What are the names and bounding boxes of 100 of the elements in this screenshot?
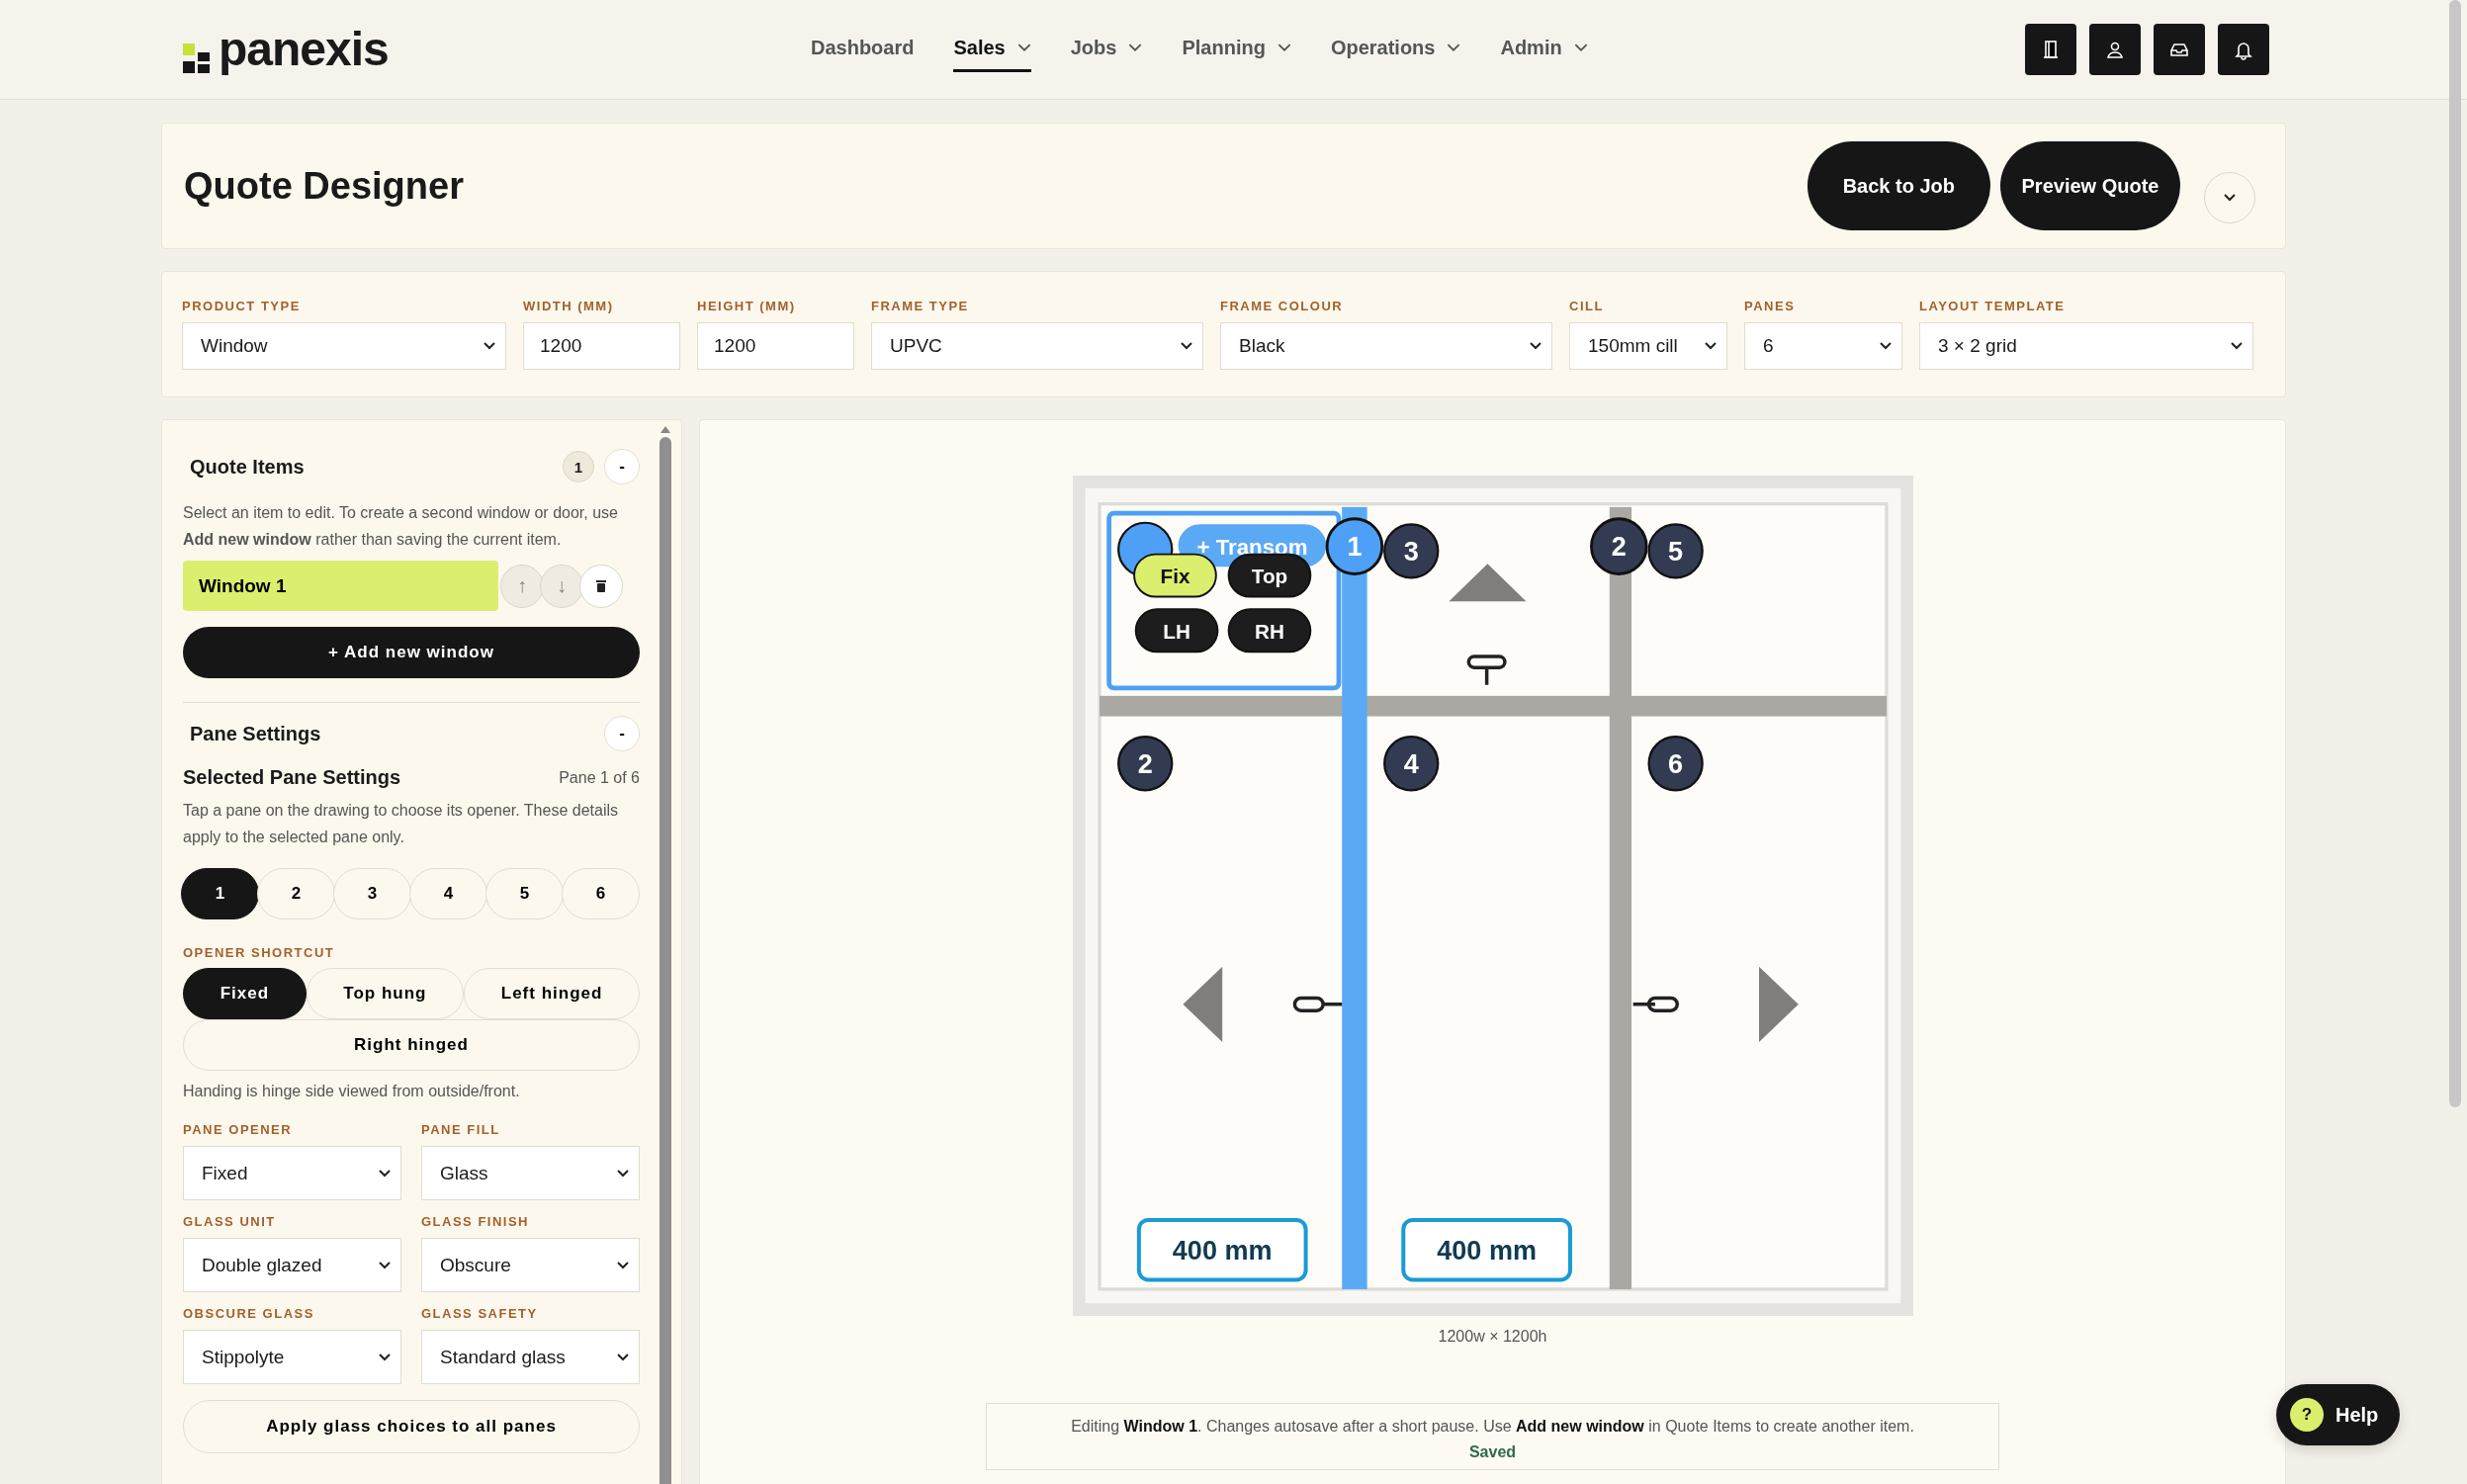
field-label: CILL <box>1569 299 1605 313</box>
dimension-label: 400 mm <box>1400 1217 1572 1282</box>
chevron-icon <box>1705 342 1717 350</box>
chevron-icon <box>2224 194 2236 202</box>
hint-text: Select an item to edit. To create a second window or door, use Add new window rather than saving the current item. <box>183 503 619 550</box>
nav-item[interactable]: Admin <box>1500 27 1588 72</box>
scrollbar[interactable] <box>2449 0 2461 1107</box>
section-title: Pane Settings <box>190 722 321 745</box>
field-label: FRAME TYPE <box>871 299 970 313</box>
select-field[interactable]: 3 × 2 grid <box>1919 322 2253 370</box>
pane-badge[interactable]: 4 <box>1382 736 1439 792</box>
select-field[interactable]: Stippolyte <box>183 1330 401 1384</box>
nav-item[interactable]: Dashboard <box>811 27 915 72</box>
door-icon[interactable] <box>2025 24 2076 75</box>
mullion-badge[interactable]: 2 <box>1589 517 1648 575</box>
pane-button[interactable]: 2 <box>257 868 335 919</box>
chevron-icon <box>1181 342 1192 350</box>
opener-chip[interactable]: LH <box>1134 608 1218 654</box>
collapse-button[interactable]: - <box>604 449 640 484</box>
window-drawing[interactable]: + Transom Fix Top LH RH 1 3 2 5 2 4 6 400 mm 400 mm <box>1072 476 1913 1316</box>
handle-icon <box>1292 996 1344 1012</box>
pane-badge[interactable]: 6 <box>1646 736 1704 792</box>
hint-text: Tap a pane on the drawing to choose its opener. These details apply to the selected pane only. <box>183 801 619 847</box>
pane-badge[interactable]: 3 <box>1382 523 1439 579</box>
handle-icon <box>1466 655 1507 687</box>
opener-button[interactable]: Left hinged <box>464 968 640 1019</box>
select-field[interactable]: Window <box>182 322 506 370</box>
chevron-icon <box>379 1353 391 1361</box>
back-button[interactable]: Back to Job <box>1806 141 1990 230</box>
field-label: PRODUCT TYPE <box>182 299 302 313</box>
select-field[interactable]: 6 <box>1744 322 1902 370</box>
input-field[interactable]: 1200 <box>523 322 680 370</box>
field-label: GLASS SAFETY <box>421 1306 539 1321</box>
delete-button[interactable] <box>579 564 623 608</box>
notification-icon[interactable] <box>2218 24 2269 75</box>
select-field[interactable]: Fixed <box>183 1146 401 1200</box>
pane-badge[interactable]: 2 <box>1116 736 1173 792</box>
pane-button[interactable]: 6 <box>562 868 640 919</box>
field-label: PANE OPENER <box>183 1122 294 1137</box>
field-label: HEIGHT (MM) <box>697 299 797 313</box>
left-hinge-arrow-icon <box>1182 966 1222 1043</box>
quote-item[interactable]: Window 1 <box>183 561 498 611</box>
status-message: Editing Window 1. Changes autosave after a short pause. Use Add new window in Quote Items to create another item. <box>1070 1418 1915 1436</box>
chevron-icon <box>617 1261 629 1269</box>
field-label: WIDTH (MM) <box>523 299 615 313</box>
logo-icon <box>183 44 213 73</box>
note-text: Handing is hinge side viewed from outside/front. <box>183 1083 521 1100</box>
field-label: LAYOUT TEMPLATE <box>1919 299 2067 313</box>
pane-button[interactable]: 5 <box>485 868 564 919</box>
saved-status: Saved <box>1467 1443 1518 1461</box>
field-label: GLASS FINISH <box>421 1214 530 1229</box>
select-field[interactable]: UPVC <box>871 322 1203 370</box>
nav-item[interactable]: Sales <box>953 27 1031 72</box>
select-field[interactable]: 150mm cill <box>1569 322 1727 370</box>
field-label: PANES <box>1744 299 1797 313</box>
select-field[interactable]: Black <box>1220 322 1552 370</box>
opener-button[interactable]: Right hinged <box>183 1019 640 1071</box>
select-field[interactable]: Obscure <box>421 1238 640 1292</box>
chevron-icon <box>379 1261 391 1269</box>
pane-button[interactable]: 4 <box>409 868 487 919</box>
opener-button[interactable]: Top hung <box>306 968 465 1019</box>
pane-badge[interactable]: 5 <box>1646 523 1704 579</box>
chevron-icon <box>617 1353 629 1361</box>
section-title: Quote Items <box>190 455 305 479</box>
field-label: GLASS UNIT <box>183 1214 277 1229</box>
opener-chip[interactable]: RH <box>1227 608 1311 654</box>
chevron-icon <box>617 1169 629 1178</box>
chevron-icon <box>379 1169 391 1178</box>
pane-button[interactable]: 3 <box>333 868 411 919</box>
pane-button[interactable]: 1 <box>181 868 259 919</box>
field-label: PANE FILL <box>421 1122 501 1137</box>
nav-item[interactable]: Operations <box>1330 27 1461 72</box>
collapse-button[interactable]: - <box>604 716 640 751</box>
nav-item[interactable]: Jobs <box>1070 27 1143 72</box>
user-icon[interactable] <box>2089 24 2141 75</box>
scroll-up-icon[interactable] <box>661 426 670 433</box>
dimension-label: 400 mm <box>1136 1217 1308 1282</box>
select-field[interactable]: Double glazed <box>183 1238 401 1292</box>
preview-button[interactable]: Preview Quote <box>2000 141 2180 230</box>
opener-button[interactable]: Fixed <box>183 968 307 1019</box>
opener-chip[interactable]: Fix <box>1132 553 1217 598</box>
count-badge: 1 <box>563 451 594 482</box>
top-hung-arrow-icon <box>1448 564 1526 602</box>
trash-icon <box>596 579 606 592</box>
select-field[interactable]: Glass <box>421 1146 640 1200</box>
inbox-icon[interactable] <box>2154 24 2205 75</box>
add-window-button[interactable]: + Add new window <box>183 627 640 678</box>
input-field[interactable]: 1200 <box>697 322 854 370</box>
page-title: Quote Designer <box>184 164 464 208</box>
nav-item[interactable]: Planning <box>1182 27 1291 72</box>
chevron-icon <box>1880 342 1892 350</box>
logo[interactable]: panexis <box>219 26 389 73</box>
size-caption: 1200w × 1200h <box>1438 1328 1547 1346</box>
field-label: OBSCURE GLASS <box>183 1306 315 1321</box>
field-label: OPENER SHORTCUT <box>183 945 336 960</box>
select-field[interactable]: Standard glass <box>421 1330 640 1384</box>
help-button[interactable]: ? Help <box>2276 1384 2401 1445</box>
apply-button[interactable]: Apply glass choices to all panes <box>183 1400 640 1453</box>
chevron-icon <box>484 342 495 350</box>
scrollbar[interactable] <box>660 426 671 1484</box>
